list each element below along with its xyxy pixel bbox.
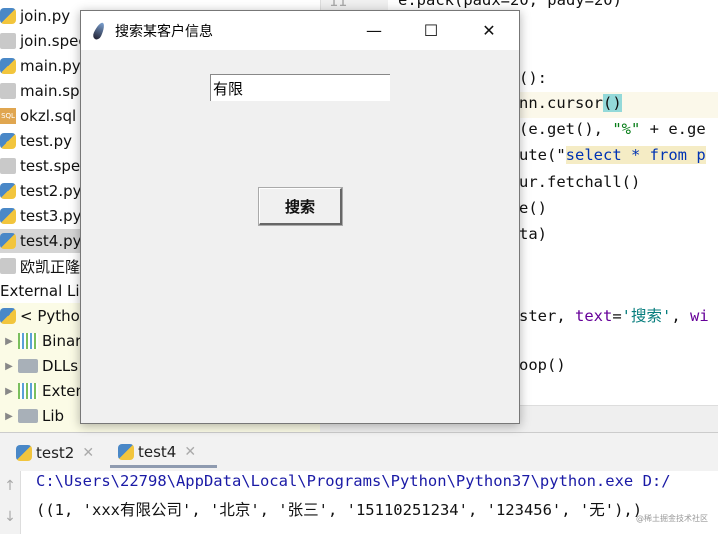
- python-file-icon: [0, 58, 16, 74]
- lib-item[interactable]: ▶ Lib: [0, 404, 64, 428]
- sql-file-icon: SQL: [0, 108, 16, 124]
- code-line: ta): [519, 225, 547, 243]
- python-file-icon: [0, 208, 16, 224]
- folder-icon: [18, 409, 38, 423]
- tk-feather-icon: [91, 20, 107, 41]
- folder-icon: [18, 359, 38, 373]
- expand-arrow-icon[interactable]: ▶: [0, 361, 18, 372]
- library-icon: [18, 383, 38, 399]
- console-command: C:\Users\22798\AppData\Local\Programs\Py…: [36, 472, 671, 490]
- code-line: e(): [519, 199, 547, 217]
- lib-item[interactable]: ▶ Exten: [0, 379, 85, 403]
- run-panel: test2 ✕ test4 ✕ ↑ ↓ C:\Users\22798\AppData…: [0, 432, 718, 534]
- project-item[interactable]: join.spec: [0, 29, 87, 53]
- python-icon: [118, 443, 134, 460]
- project-item[interactable]: SQL okzl.sql: [0, 104, 76, 128]
- text-file-icon: [0, 33, 16, 49]
- code-line: e.pack(padx=20, pady=20): [398, 0, 622, 9]
- search-dialog: 搜索某客户信息 — ☐ ✕ 有限 搜索: [80, 10, 520, 424]
- run-tab-test2[interactable]: test2 ✕: [8, 438, 102, 468]
- python-file-icon: [0, 8, 16, 24]
- run-tab-test4[interactable]: test4 ✕: [110, 438, 217, 468]
- python-file-icon: [0, 233, 16, 249]
- code-line: ute("select * from p: [519, 146, 706, 164]
- expand-arrow-icon[interactable]: ▶: [0, 336, 18, 347]
- code-line: ur.fetchall(): [519, 173, 641, 191]
- external-libraries[interactable]: External Lib: [0, 279, 89, 303]
- up-arrow-icon[interactable]: ↑: [0, 478, 20, 494]
- line-number: 11: [329, 0, 348, 10]
- project-item[interactable]: test.spec: [0, 154, 88, 178]
- project-item[interactable]: join.py: [0, 4, 70, 28]
- close-icon[interactable]: ✕: [82, 445, 94, 461]
- code-line: nn.cursor(): [519, 94, 622, 112]
- code-line: (e.get(), "%" + e.ge: [519, 120, 706, 138]
- project-item[interactable]: main.py: [0, 54, 81, 78]
- minimize-button[interactable]: —: [351, 11, 397, 50]
- python-sdk[interactable]: < Python: [0, 304, 89, 328]
- code-line: ():: [519, 69, 547, 87]
- expand-arrow-icon[interactable]: ▶: [0, 411, 18, 422]
- close-button[interactable]: ✕: [466, 11, 512, 50]
- text-file-icon: [0, 158, 16, 174]
- project-item[interactable]: test2.py: [0, 179, 82, 203]
- code-line: oop(): [519, 356, 566, 374]
- dialog-titlebar[interactable]: 搜索某客户信息 — ☐ ✕: [81, 11, 519, 50]
- down-arrow-icon[interactable]: ↓: [0, 509, 20, 525]
- search-button[interactable]: 搜索: [258, 187, 343, 226]
- maximize-button[interactable]: ☐: [408, 11, 454, 50]
- python-file-icon: [0, 133, 16, 149]
- python-icon: [0, 308, 16, 324]
- search-input[interactable]: 有限: [210, 74, 390, 101]
- lib-item[interactable]: ▶ DLLs: [0, 354, 78, 378]
- watermark: @稀土掘金技术社区: [636, 514, 708, 523]
- close-icon[interactable]: ✕: [184, 444, 196, 460]
- archive-file-icon: [0, 258, 16, 274]
- dialog-title: 搜索某客户信息: [115, 23, 213, 40]
- project-item[interactable]: test.py: [0, 129, 72, 153]
- console-output[interactable]: C:\Users\22798\AppData\Local\Programs\Py…: [20, 471, 718, 534]
- python-file-icon: [0, 183, 16, 199]
- expand-arrow-icon[interactable]: ▶: [0, 386, 18, 397]
- project-item[interactable]: test3.py: [0, 204, 82, 228]
- python-icon: [16, 445, 32, 461]
- text-file-icon: [0, 83, 16, 99]
- project-item[interactable]: 欧凯正隆: [0, 254, 80, 278]
- library-icon: [18, 333, 38, 349]
- code-line: ster, text='搜索', wi: [519, 307, 709, 325]
- lib-item[interactable]: ▶ Binary: [0, 329, 90, 353]
- console-result: ((1, 'xxx有限公司', '北京', '张三', '15110251234…: [36, 501, 643, 519]
